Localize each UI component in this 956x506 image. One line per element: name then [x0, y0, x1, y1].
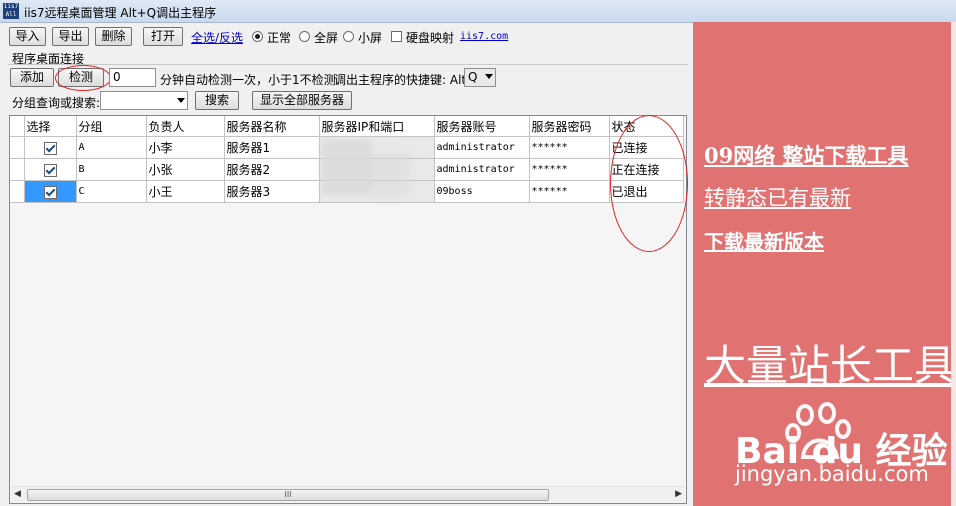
cell-account[interactable]: administrator [434, 136, 530, 159]
hotkey-label: 调出主程序的快捷键: Alt [334, 73, 467, 87]
export-button[interactable]: 导出 [52, 27, 89, 46]
column-header-group[interactable]: 分组 [76, 116, 147, 137]
right-edge [951, 22, 956, 506]
search-button[interactable]: 搜索 [195, 91, 239, 110]
column-header-owner[interactable]: 负责人 [146, 116, 225, 137]
cell-server-name[interactable]: 服务器1 [224, 136, 320, 159]
checkbox-checked-icon[interactable] [43, 141, 57, 155]
search-label: 分组查询或搜索: [12, 96, 101, 110]
radio-small-label: 小屏 [358, 31, 383, 45]
open-button[interactable]: 打开 [143, 27, 183, 46]
radio-small[interactable] [343, 31, 354, 42]
disk-map-label: 硬盘映射 [406, 31, 455, 45]
chevron-down-icon [177, 98, 185, 103]
cell-owner[interactable]: 小李 [146, 136, 225, 159]
column-header-ip-port[interactable]: 服务器IP和端口 [319, 116, 435, 137]
section-divider [8, 64, 688, 65]
select-toggle-link[interactable]: 全选/反选 [191, 29, 243, 46]
hotkey-select[interactable]: Q [464, 68, 496, 87]
scroll-left-icon[interactable]: ◀ [14, 489, 21, 499]
window-title: iis7远程桌面管理 Alt+Q调出主程序 [24, 6, 217, 20]
cell-server-name[interactable]: 服务器2 [224, 158, 320, 181]
redaction-blur [322, 140, 372, 194]
row-header [10, 180, 25, 203]
cell-group[interactable]: C [76, 180, 147, 203]
annotation-circle-check [55, 65, 111, 91]
server-grid[interactable]: 选择 分组 负责人 服务器名称 服务器IP和端口 服务器账号 服务器密码 状态 … [9, 115, 687, 504]
radio-fullscreen-label: 全屏 [314, 31, 339, 45]
checkbox-checked-icon[interactable] [43, 185, 57, 199]
cell-owner[interactable]: 小王 [146, 180, 225, 203]
cell-owner[interactable]: 小张 [146, 158, 225, 181]
column-header-password[interactable]: 服务器密码 [529, 116, 610, 137]
row-header [10, 136, 25, 159]
group-search-combo[interactable] [100, 91, 188, 110]
interval-input[interactable]: 0 [109, 68, 156, 87]
title-bar: iis7 All iis7远程桌面管理 Alt+Q调出主程序 [0, 0, 956, 23]
show-all-button[interactable]: 显示全部服务器 [252, 91, 352, 110]
delete-button[interactable]: 删除 [95, 27, 132, 46]
checkbox-checked-icon[interactable] [43, 163, 57, 177]
row-select-checkbox-cell[interactable] [24, 136, 77, 159]
row-header [10, 158, 25, 181]
annotation-circle-status [610, 115, 688, 252]
main-panel: 导入 导出 删除 打开 全选/反选 正常 全屏 小屏 硬盘映射 iis7.com… [0, 23, 693, 506]
radio-normal-label: 正常 [267, 31, 292, 45]
row-select-checkbox-cell[interactable] [24, 158, 77, 181]
scroll-right-icon[interactable]: ▶ [675, 489, 682, 499]
cell-group[interactable]: A [76, 136, 147, 159]
ad-link-webmaster-tools[interactable]: 大量站长工具 [704, 332, 956, 393]
cell-account[interactable]: 09boss [434, 180, 530, 203]
add-button[interactable]: 添加 [10, 68, 54, 87]
cell-group[interactable]: B [76, 158, 147, 181]
cell-password[interactable]: ****** [529, 136, 610, 159]
import-button[interactable]: 导入 [9, 27, 46, 46]
column-header-server-name[interactable]: 服务器名称 [224, 116, 320, 137]
chevron-down-icon [485, 74, 493, 79]
cell-password[interactable]: ****** [529, 158, 610, 181]
site-link[interactable]: iis7.com [460, 31, 508, 42]
column-header-select[interactable]: 选择 [24, 116, 77, 137]
column-header-account[interactable]: 服务器账号 [434, 116, 530, 137]
redaction-blur [370, 152, 410, 196]
app-icon: iis7 All [3, 3, 19, 19]
hotkey-value: Q [468, 70, 478, 84]
row-header-corner [10, 116, 25, 137]
scrollbar-thumb[interactable]: III [27, 489, 549, 501]
ad-link-static[interactable]: 转静态已有最新 [704, 182, 851, 212]
watermark-url: jingyan.baidu.com [735, 462, 929, 486]
table-header-row: 选择 分组 负责人 服务器名称 服务器IP和端口 服务器账号 服务器密码 状态 [10, 116, 684, 137]
cell-password[interactable]: ****** [529, 180, 610, 203]
radio-normal[interactable] [252, 31, 263, 42]
interval-description: 分钟自动检测一次，小于1不检测 [160, 73, 336, 87]
ad-link-site-download[interactable]: 09网络 整站下载工具 [704, 140, 909, 170]
ad-panel: 09网络 整站下载工具 转静态已有最新 下载最新版本 大量站长工具 Bai du… [693, 22, 956, 506]
row-select-checkbox-cell[interactable] [24, 180, 77, 203]
horizontal-scrollbar[interactable]: ◀ III ▶ [11, 486, 685, 502]
cell-server-name[interactable]: 服务器3 [224, 180, 320, 203]
radio-fullscreen[interactable] [299, 31, 310, 42]
disk-map-checkbox[interactable] [391, 31, 402, 42]
cell-account[interactable]: administrator [434, 158, 530, 181]
ad-link-download-latest[interactable]: 下载最新版本 [704, 226, 824, 255]
